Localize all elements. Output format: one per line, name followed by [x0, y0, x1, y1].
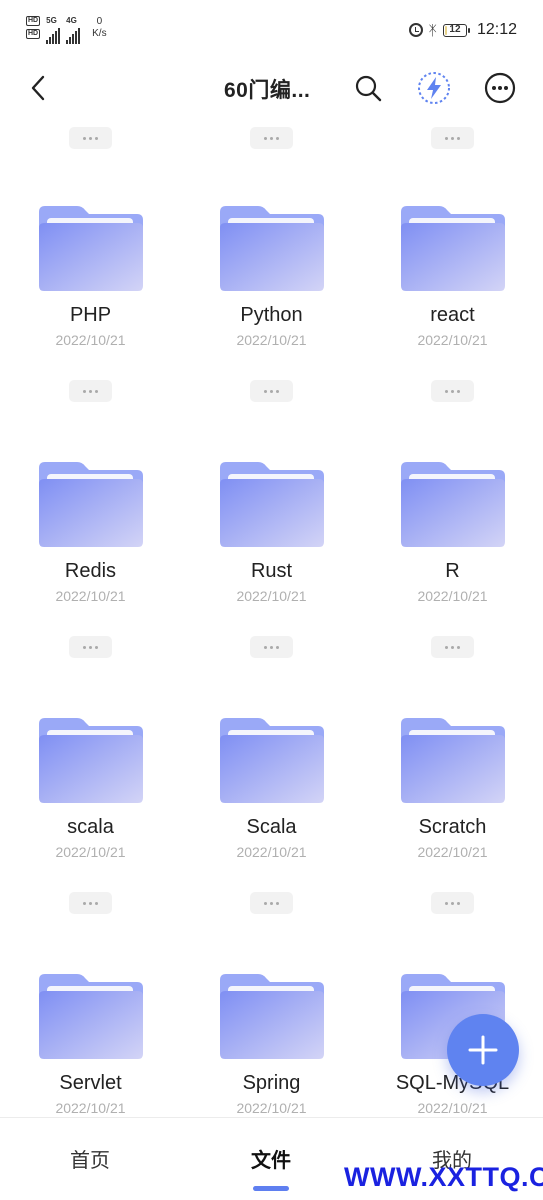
folder-item[interactable]: Rust 2022/10/21	[181, 460, 362, 716]
folder-date: 2022/10/21	[55, 1100, 126, 1116]
folder-more-button[interactable]	[431, 892, 474, 914]
status-bar: HD HD 5G 4G 0 K/s ᛡ 12 12:12	[0, 0, 543, 58]
folder-item[interactable]: Spring 2022/10/21	[181, 972, 362, 1116]
folder-date: 2022/10/21	[417, 588, 488, 604]
folder-name: Servlet	[59, 1072, 122, 1094]
signal-1-network-label: 5G	[46, 16, 57, 25]
folder-name: SQL-MySQL	[395, 1072, 510, 1094]
battery-level: 12	[449, 24, 461, 35]
status-time: 12:12	[476, 21, 517, 38]
folder-icon	[220, 206, 324, 291]
page-title: 60门编...	[224, 79, 311, 102]
folder-grid: PHP 2022/10/21 Python 2022/10/21 react 2022/1…	[0, 118, 543, 1116]
top-app-bar: 60门编...	[0, 58, 543, 118]
folder-icon	[39, 718, 143, 803]
network-speed-unit: K/s	[92, 28, 107, 39]
status-right: ᛡ 12 12:12	[408, 18, 517, 42]
folder-more-button[interactable]	[250, 127, 293, 149]
sim1-hd-badge: HD	[26, 16, 41, 26]
battery-fill	[444, 25, 448, 35]
battery-icon: 12	[442, 23, 470, 37]
more-options-button[interactable]	[483, 71, 517, 105]
folder-more-button[interactable]	[250, 380, 293, 402]
back-arrow-icon	[31, 75, 45, 101]
folder-more-button[interactable]	[69, 892, 112, 914]
folder-name: Rust	[250, 560, 293, 582]
bluetooth-icon: ᛡ	[428, 22, 437, 38]
lightning-icon	[418, 72, 450, 104]
network-speed: 0 K/s	[92, 16, 106, 40]
folder-more-button[interactable]	[69, 127, 112, 149]
alarm-icon	[408, 23, 423, 37]
folder-item[interactable]: Redis 2022/10/21	[0, 460, 181, 716]
folder-icon	[401, 718, 505, 803]
folder-icon	[39, 206, 143, 291]
folder-icon	[401, 462, 505, 547]
folder-item[interactable]: scala 2022/10/21	[0, 716, 181, 972]
watermark-text: WWW.XXTTQ.COM	[344, 1162, 543, 1192]
folder-date: 2022/10/21	[236, 332, 307, 348]
more-options-icon	[484, 72, 516, 104]
add-button[interactable]	[447, 1014, 519, 1086]
nav-home-tab[interactable]: 首页	[70, 1144, 110, 1173]
folder-item[interactable]: react 2022/10/21	[362, 204, 543, 460]
search-button[interactable]	[352, 72, 384, 104]
back-button[interactable]	[22, 72, 54, 104]
folder-more-button[interactable]	[69, 636, 112, 658]
folder-item[interactable]: PHP 2022/10/21	[0, 204, 181, 460]
active-tab-indicator	[253, 1186, 289, 1191]
sim-indicators: HD HD	[26, 16, 41, 39]
folder-item-partial	[181, 118, 362, 158]
screen: HD HD 5G 4G 0 K/s ᛡ 12 12:12 60门编... PHP…	[0, 0, 543, 1200]
folder-date: 2022/10/21	[55, 844, 126, 860]
folder-item[interactable]: Scala 2022/10/21	[181, 716, 362, 972]
signal-1-icon: 5G	[46, 16, 61, 44]
folder-date: 2022/10/21	[55, 588, 126, 604]
folder-name: react	[430, 304, 475, 326]
folder-date: 2022/10/21	[236, 1100, 307, 1116]
folder-item[interactable]: Scratch 2022/10/21	[362, 716, 543, 972]
folder-name: R	[445, 560, 460, 582]
folder-date: 2022/10/21	[55, 332, 126, 348]
folder-item-partial	[0, 118, 181, 158]
signal-2-icon: 4G	[66, 16, 81, 44]
network-speed-value: 0	[96, 16, 103, 27]
folder-date: 2022/10/21	[417, 1100, 488, 1116]
folder-more-button[interactable]	[431, 127, 474, 149]
plus-icon	[468, 1035, 498, 1065]
folder-item[interactable]: Python 2022/10/21	[181, 204, 362, 460]
folder-icon	[220, 462, 324, 547]
status-left: HD HD 5G 4G 0 K/s	[26, 16, 107, 44]
folder-more-button[interactable]	[250, 636, 293, 658]
folder-date: 2022/10/21	[236, 844, 307, 860]
folder-more-button[interactable]	[431, 636, 474, 658]
folder-date: 2022/10/21	[236, 588, 307, 604]
folder-date: 2022/10/21	[417, 332, 488, 348]
folder-icon	[401, 206, 505, 291]
folder-icon	[220, 718, 324, 803]
folder-name: Redis	[64, 560, 117, 582]
folder-name: scala	[67, 816, 114, 838]
folder-name: Python	[240, 304, 303, 326]
folder-more-button[interactable]	[69, 380, 112, 402]
folder-name: Spring	[242, 1072, 301, 1094]
folder-item[interactable]: R 2022/10/21	[362, 460, 543, 716]
folder-name: Scratch	[418, 816, 487, 838]
folder-icon	[220, 974, 324, 1059]
folder-icon	[39, 974, 143, 1059]
folder-more-button[interactable]	[431, 380, 474, 402]
signal-2-network-label: 4G	[66, 16, 77, 25]
folder-name: Scala	[246, 816, 297, 838]
nav-files-tab[interactable]: 文件	[251, 1144, 291, 1173]
folder-icon	[39, 462, 143, 547]
quick-transfer-button[interactable]	[416, 70, 452, 106]
folder-more-button[interactable]	[250, 892, 293, 914]
folder-name: PHP	[69, 304, 112, 326]
search-icon	[355, 75, 382, 102]
folder-item-partial	[362, 118, 543, 158]
sim2-hd-badge: HD	[26, 29, 41, 39]
folder-item[interactable]: Servlet 2022/10/21	[0, 972, 181, 1116]
folder-date: 2022/10/21	[417, 844, 488, 860]
